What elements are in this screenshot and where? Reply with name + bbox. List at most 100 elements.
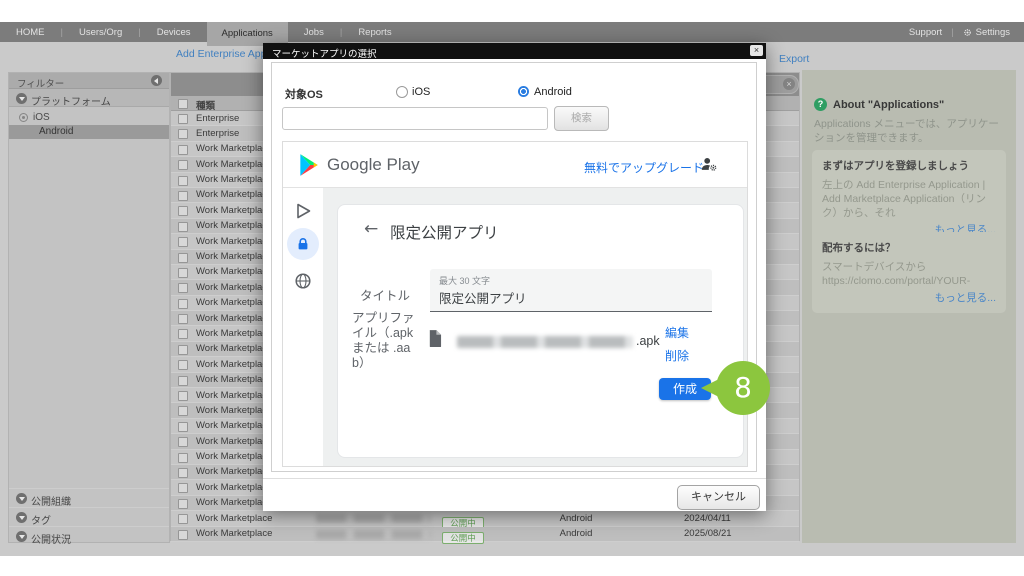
help-description: Applications メニューでは、アプリケーションを管理できます。 xyxy=(814,117,1006,145)
title-field[interactable]: 最大 30 文字 限定公開アプリ xyxy=(430,269,712,312)
gear-icon xyxy=(963,28,972,37)
row-checkbox[interactable] xyxy=(178,253,188,263)
row-checkbox[interactable] xyxy=(178,376,188,386)
android-radio[interactable] xyxy=(518,86,529,97)
row-checkbox[interactable] xyxy=(178,299,188,309)
sidebar-section-publish-status[interactable]: 公開状況 xyxy=(9,526,169,545)
help-card-body-line2: https://clomo.com/portal/YOUR- xyxy=(822,274,996,288)
help-card-body: 左上の Add Enterprise Application | Add Mar… xyxy=(822,178,996,220)
row-type: Work Marketplace xyxy=(196,189,272,200)
row-checkbox[interactable] xyxy=(178,483,188,493)
row-checkbox[interactable] xyxy=(178,268,188,278)
ios-radio-label[interactable]: iOS xyxy=(412,86,430,98)
row-checkbox[interactable] xyxy=(178,191,188,201)
nav-jobs[interactable]: Jobs xyxy=(288,27,340,38)
row-type: Work Marketplace xyxy=(196,266,272,277)
sidebar-bottom-sections: 公開組織 タグ 公開状況 xyxy=(9,488,169,545)
sidebar-section-orgs[interactable]: 公開組織 xyxy=(9,488,169,507)
clear-search-icon[interactable]: × xyxy=(783,78,795,90)
row-type: Work Marketplace xyxy=(196,313,272,324)
row-status: 公開中 xyxy=(433,528,493,546)
table-row[interactable]: Work Marketplace公開中Android2025/08/21 xyxy=(171,527,799,542)
modal-footer-divider xyxy=(263,478,766,479)
sidebar-item-ios[interactable]: iOS xyxy=(9,110,169,125)
nav-devices[interactable]: Devices xyxy=(141,27,207,38)
radio-circle-icon xyxy=(19,113,28,122)
chevron-circle-icon xyxy=(16,93,27,104)
row-checkbox[interactable] xyxy=(178,114,188,124)
row-checkbox[interactable] xyxy=(178,129,188,139)
select-all-checkbox[interactable] xyxy=(178,99,188,109)
search-button[interactable]: 検索 xyxy=(554,106,609,131)
app-search-input[interactable] xyxy=(282,107,548,130)
globe-tab-icon[interactable] xyxy=(294,272,312,290)
export-link[interactable]: Export xyxy=(779,53,809,65)
modal-title: マーケットアプリの選択 xyxy=(272,46,377,60)
cancel-button[interactable]: キャンセル xyxy=(677,485,760,510)
row-type: Work Marketplace xyxy=(196,205,272,216)
row-checkbox[interactable] xyxy=(178,406,188,416)
private-app-card: ← 限定公開アプリ タイトル 最大 30 文字 限定公開アプリ アプリファイル（… xyxy=(337,204,744,458)
nav-users-org[interactable]: Users/Org xyxy=(63,27,138,38)
row-checkbox[interactable] xyxy=(178,468,188,478)
row-checkbox[interactable] xyxy=(178,530,188,540)
row-checkbox[interactable] xyxy=(178,391,188,401)
row-checkbox[interactable] xyxy=(178,345,188,355)
row-type: Work Marketplace xyxy=(196,174,272,185)
nav-reports[interactable]: Reports xyxy=(342,27,407,38)
close-icon[interactable]: × xyxy=(750,45,763,56)
row-checkbox[interactable] xyxy=(178,422,188,432)
filter-title: フィルター xyxy=(17,76,64,90)
row-checkbox[interactable] xyxy=(178,314,188,324)
row-checkbox[interactable] xyxy=(178,514,188,524)
row-checkbox[interactable] xyxy=(178,176,188,186)
row-type: Work Marketplace xyxy=(196,220,272,231)
row-checkbox[interactable] xyxy=(178,222,188,232)
back-arrow-icon[interactable]: ← xyxy=(364,219,378,239)
android-radio-label[interactable]: Android xyxy=(534,86,572,98)
play-store-tab-icon[interactable] xyxy=(294,202,312,220)
row-checkbox[interactable] xyxy=(178,206,188,216)
row-checkbox[interactable] xyxy=(178,160,188,170)
android-label: Android xyxy=(39,126,73,137)
row-checkbox[interactable] xyxy=(178,437,188,447)
play-side-rail xyxy=(283,188,323,466)
row-date: 2025/08/21 xyxy=(684,528,744,539)
step-badge: 8 xyxy=(716,361,770,415)
sidebar-section-platform[interactable]: プラットフォーム xyxy=(9,89,169,107)
private-apps-tab[interactable] xyxy=(287,228,319,260)
chevron-circle-icon xyxy=(16,493,27,504)
table-row[interactable]: Work Marketplace公開中Android2024/04/11 xyxy=(171,511,799,526)
delete-link[interactable]: 削除 xyxy=(665,347,689,364)
chevron-circle-icon xyxy=(16,531,27,542)
row-date: 2024/04/11 xyxy=(684,513,744,524)
platform-section-label: プラットフォーム xyxy=(31,93,111,108)
row-type: Work Marketplace xyxy=(196,513,272,524)
row-os: Android xyxy=(516,528,636,539)
nav-settings[interactable]: Settings xyxy=(976,27,1010,38)
orgs-section-label: 公開組織 xyxy=(31,493,71,508)
row-checkbox[interactable] xyxy=(178,499,188,509)
row-checkbox[interactable] xyxy=(178,283,188,293)
nav-home[interactable]: HOME xyxy=(0,27,61,38)
row-type: Work Marketplace xyxy=(196,159,272,170)
row-checkbox[interactable] xyxy=(178,145,188,155)
upgrade-link[interactable]: 無料でアップグレード xyxy=(584,159,704,176)
row-checkbox[interactable] xyxy=(178,329,188,339)
type-column-header[interactable]: 種類 xyxy=(196,98,215,112)
edit-link[interactable]: 編集 xyxy=(665,324,689,341)
file-document-icon xyxy=(427,329,442,348)
help-card-body-line1: スマートデバイスから xyxy=(822,260,996,274)
sidebar-item-android[interactable]: Android xyxy=(9,125,169,139)
collapse-sidebar-icon[interactable] xyxy=(151,75,162,86)
row-checkbox[interactable] xyxy=(178,360,188,370)
nav-support[interactable]: Support xyxy=(909,27,942,38)
ios-radio[interactable] xyxy=(396,86,408,98)
see-more-link[interactable]: もっと見る... xyxy=(822,290,996,305)
account-gear-icon[interactable] xyxy=(700,156,718,173)
row-checkbox[interactable] xyxy=(178,453,188,463)
sidebar-section-tags[interactable]: タグ xyxy=(9,507,169,526)
row-checkbox[interactable] xyxy=(178,237,188,247)
modal-titlebar: マーケットアプリの選択 × xyxy=(263,43,766,59)
row-type: Work Marketplace xyxy=(196,420,272,431)
